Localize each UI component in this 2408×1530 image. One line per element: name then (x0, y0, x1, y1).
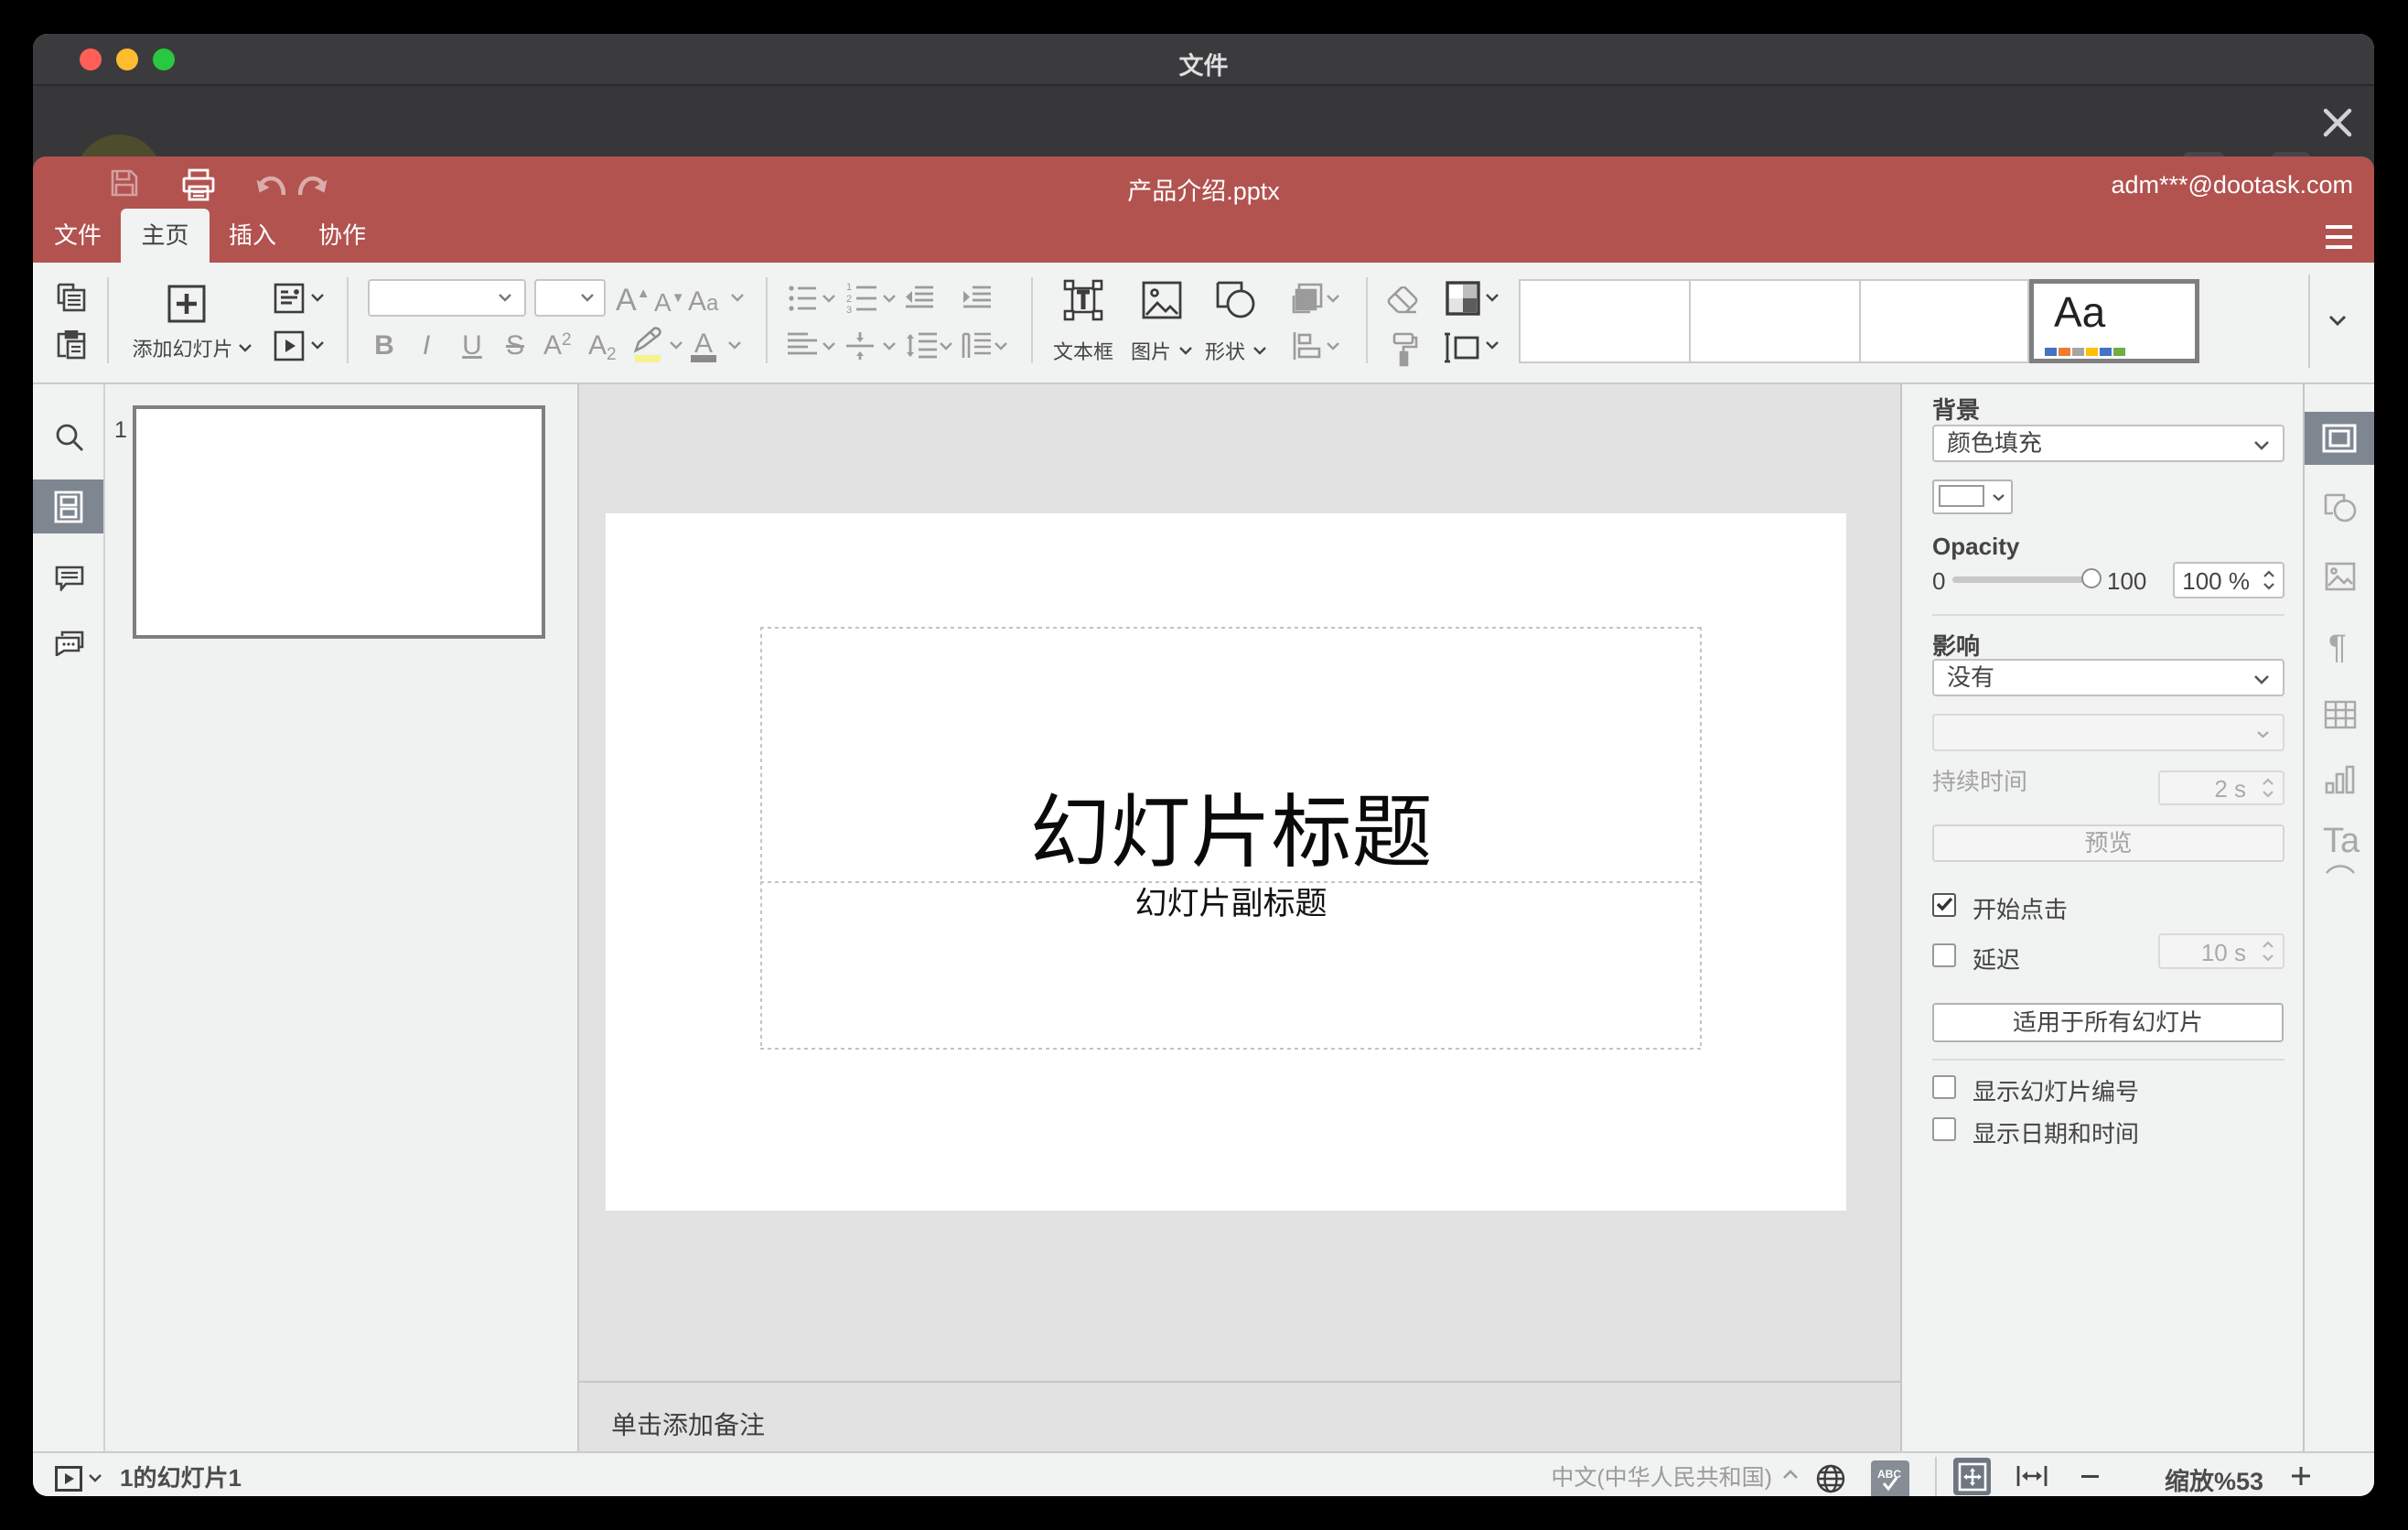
svg-text:2: 2 (846, 294, 852, 305)
svg-text:1: 1 (846, 283, 852, 293)
svg-text:ABC: ABC (1877, 1468, 1901, 1481)
svg-text:3: 3 (846, 305, 852, 314)
